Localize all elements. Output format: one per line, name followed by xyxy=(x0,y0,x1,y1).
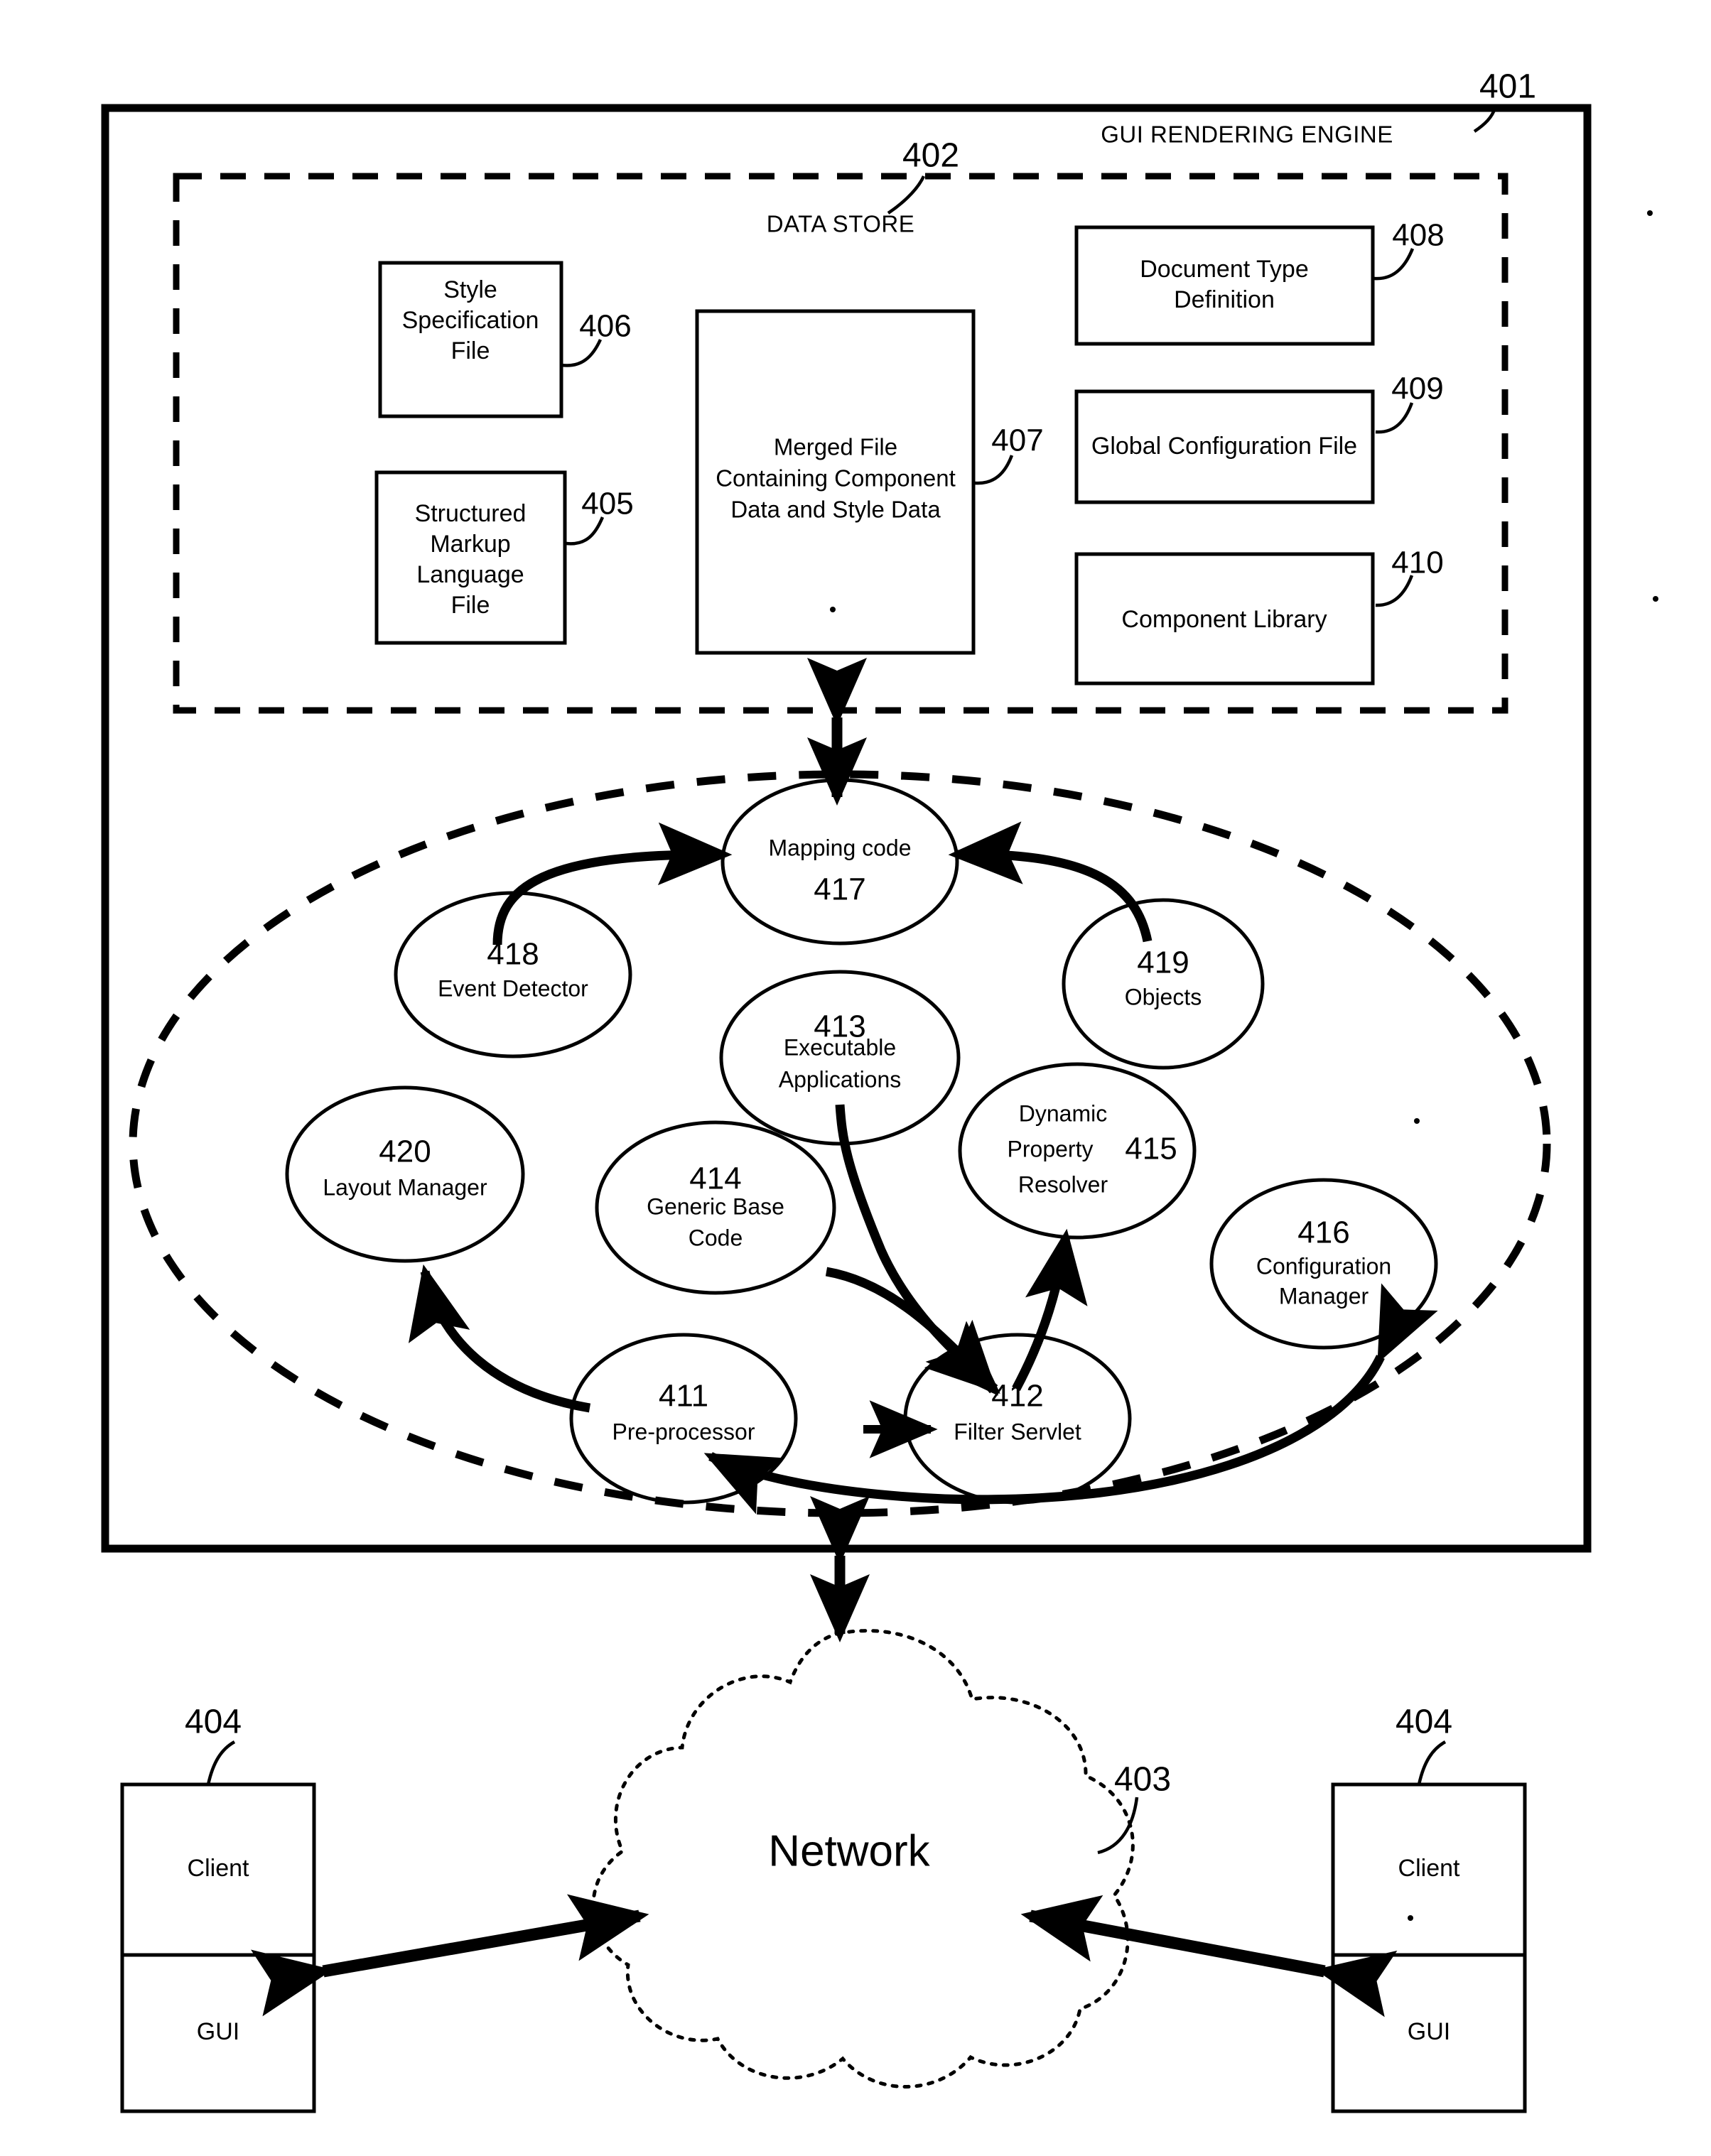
data-store-label: DATA STORE xyxy=(767,211,915,237)
node-419-ref: 419 xyxy=(1137,946,1189,980)
ref-401: 401 xyxy=(1479,68,1536,106)
leader-line-402 xyxy=(887,175,926,215)
node-event-detector xyxy=(394,891,632,1058)
node-411-label: Pre-processor xyxy=(612,1419,755,1444)
gui-right-label: GUI xyxy=(1408,2018,1450,2045)
ref-407: 407 xyxy=(991,423,1043,458)
node-418-ref: 418 xyxy=(487,937,539,972)
ref-404-left: 404 xyxy=(185,1703,242,1741)
node-417-ref: 417 xyxy=(814,872,865,907)
box-410-line-0: Component Library xyxy=(1121,606,1327,633)
ref-403: 403 xyxy=(1114,1761,1171,1799)
scan-speck-1 xyxy=(1647,210,1653,216)
arrow-left-client-to-network xyxy=(251,1894,649,2017)
leader-line-408 xyxy=(1373,248,1415,281)
box-407-line-1: Containing Component xyxy=(716,465,956,492)
box-406-line-1: Specification xyxy=(402,307,539,334)
box-406-line-2: File xyxy=(451,337,490,364)
arrow-generic-base-code-to-filter-servlet xyxy=(825,1267,998,1396)
client-right-label: Client xyxy=(1398,1855,1460,1882)
gui-left-label: GUI xyxy=(197,2018,239,2045)
scan-speck-4 xyxy=(1414,1118,1420,1124)
node-417-line-0: Mapping code xyxy=(768,835,911,860)
node-414-ref: 414 xyxy=(689,1161,741,1196)
node-420-ref: 420 xyxy=(379,1134,431,1169)
ref-410: 410 xyxy=(1391,546,1443,580)
ref-404-right: 404 xyxy=(1396,1703,1452,1741)
node-413-line-2: Applications xyxy=(779,1066,902,1092)
box-407-line-2: Data and Style Data xyxy=(730,497,941,523)
figure-canvas: 401 GUI RENDERING ENGINE 402 DATA STORE … xyxy=(0,0,1711,2156)
leader-line-409 xyxy=(1375,402,1414,434)
ref-408: 408 xyxy=(1392,218,1444,253)
leader-line-407 xyxy=(974,455,1014,485)
box-408-line-0: Document Type xyxy=(1140,256,1309,283)
box-407-line-0: Merged File xyxy=(774,434,897,460)
node-415-ref: 415 xyxy=(1125,1132,1177,1166)
node-411-ref: 411 xyxy=(659,1379,708,1414)
patent-figure-diagram: 401 GUI RENDERING ENGINE 402 DATA STORE … xyxy=(101,68,1658,2113)
box-405-line-3: File xyxy=(451,592,490,619)
arrow-right-client-to-network xyxy=(1020,1895,1398,2017)
node-416-ref: 416 xyxy=(1297,1215,1349,1250)
node-412-label: Filter Servlet xyxy=(954,1419,1081,1444)
client-box-left xyxy=(120,1782,316,2113)
node-414-line-2: Code xyxy=(689,1225,743,1250)
node-416-line-2: Manager xyxy=(1279,1283,1369,1309)
client-left-label: Client xyxy=(188,1855,249,1882)
node-420-label: Layout Manager xyxy=(323,1174,487,1200)
node-415-line-2: Resolver xyxy=(1018,1171,1108,1197)
node-413-line-1: Executable xyxy=(784,1034,896,1060)
leader-line-403 xyxy=(1097,1797,1139,1855)
gui-rendering-engine-label: GUI RENDERING ENGINE xyxy=(1101,121,1393,148)
node-412-ref: 412 xyxy=(991,1379,1043,1414)
ref-405: 405 xyxy=(581,487,633,521)
box-405-line-0: Structured xyxy=(415,500,527,527)
node-419-label: Objects xyxy=(1125,984,1202,1009)
arrow-objects-to-mapping-code xyxy=(948,821,1153,943)
arrow-executable-applications-to-filter-servlet xyxy=(835,1104,1000,1394)
box-406-line-0: Style xyxy=(443,276,497,303)
box-408-line-1: Definition xyxy=(1174,286,1275,313)
box-405-line-1: Markup xyxy=(430,531,510,558)
gui-rendering-engine-container xyxy=(101,104,1592,1553)
node-418-label: Event Detector xyxy=(438,975,588,1001)
ref-402: 402 xyxy=(902,137,959,175)
node-416-line-1: Configuration xyxy=(1256,1253,1391,1279)
node-415-line-0: Dynamic xyxy=(1019,1100,1107,1126)
leader-line-404-right xyxy=(1417,1740,1447,1785)
network-label: Network xyxy=(768,1826,930,1875)
node-415-line-1: Property xyxy=(1008,1136,1094,1161)
ref-409: 409 xyxy=(1391,372,1443,406)
ref-406: 406 xyxy=(579,309,631,344)
arrow-pre-processor-to-layout-manager xyxy=(409,1264,591,1413)
box-405-line-2: Language xyxy=(416,561,524,588)
scan-speck-2 xyxy=(830,607,836,612)
node-mapping-code xyxy=(720,778,959,946)
client-box-right xyxy=(1331,1782,1527,2113)
scan-speck-5 xyxy=(1408,1915,1413,1921)
arrow-filter-servlet-to-dynamic-property-resolver xyxy=(1012,1228,1088,1392)
box-409-line-0: Global Configuration File xyxy=(1091,433,1357,460)
scan-speck-3 xyxy=(1653,596,1658,602)
leader-line-404-left xyxy=(206,1740,236,1785)
node-414-line-1: Generic Base xyxy=(647,1193,784,1219)
